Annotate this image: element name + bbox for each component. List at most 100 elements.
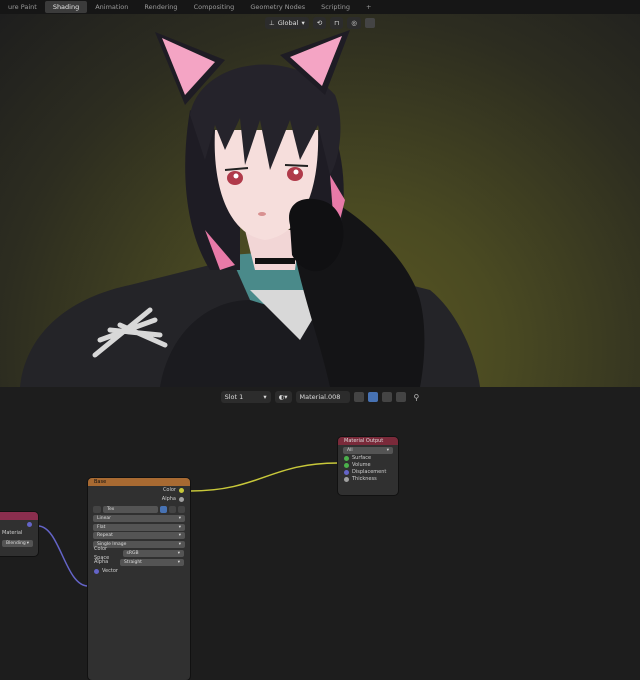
image-name: Tex xyxy=(107,507,115,512)
output-alpha-row: Alpha xyxy=(88,495,190,504)
orientation-icon: ⊥ xyxy=(269,19,275,27)
thickness-label: Thickness xyxy=(352,476,377,482)
material-output-title: Material Output xyxy=(344,438,384,444)
left-node-dropdown-label: Blending xyxy=(6,540,26,546)
projection-dropdown[interactable]: Flat ▾ xyxy=(93,523,185,531)
image-browse-icon[interactable] xyxy=(93,506,101,513)
add-workspace-button[interactable]: + xyxy=(358,1,379,13)
fake-user-icon[interactable] xyxy=(367,392,378,402)
left-node-blending-dropdown[interactable]: Blending ▾ xyxy=(2,539,33,547)
tab-rendering[interactable]: Rendering xyxy=(136,1,185,13)
surface-label: Surface xyxy=(352,455,372,461)
new-image-icon[interactable] xyxy=(169,506,176,513)
tab-shading[interactable]: Shading xyxy=(44,1,88,13)
left-node-label: Material xyxy=(2,530,23,536)
vector-input-row: Vector xyxy=(88,567,190,576)
pivot-dropdown[interactable]: ⟲ xyxy=(312,17,327,29)
user-count-icon[interactable] xyxy=(353,392,364,402)
thickness-input-row: Thickness xyxy=(338,476,398,483)
node-editor-header: Slot 1 ▾ ◐ ▾ Material.008 ⚲ xyxy=(0,388,640,406)
alpha-mode-label: Alpha xyxy=(94,559,109,565)
material-name-field[interactable]: Material.008 xyxy=(295,391,350,403)
alpha-mode-dropdown[interactable]: Straight ▾ xyxy=(120,559,184,566)
duplicate-material-icon[interactable] xyxy=(381,392,392,402)
vector-output-socket[interactable] xyxy=(27,522,32,527)
close-icon[interactable] xyxy=(178,506,185,513)
output-color-row: Color xyxy=(88,486,190,495)
unlink-material-icon[interactable] xyxy=(395,392,406,402)
volume-input-row: Volume xyxy=(338,462,398,469)
left-node-output-row xyxy=(0,520,38,529)
image-texture-node[interactable]: Base Color Alpha Tex Linear ▾ Flat ▾ Repea… xyxy=(88,478,190,680)
displacement-input-socket[interactable] xyxy=(344,470,349,475)
proportional-icon: ◎ xyxy=(351,19,357,27)
color-space-row: Color Space sRGB ▾ xyxy=(88,546,190,561)
chevron-down-icon: ▾ xyxy=(177,560,180,565)
chevron-down-icon: ▾ xyxy=(301,19,305,27)
left-node-header xyxy=(0,512,38,520)
material-output-header: Material Output xyxy=(338,437,398,445)
tab-compositing[interactable]: Compositing xyxy=(186,1,243,13)
overlay-icon[interactable] xyxy=(364,18,375,28)
chevron-down-icon: ▾ xyxy=(263,393,267,401)
image-node-header: Base xyxy=(88,478,190,486)
material-name: Material.008 xyxy=(299,393,341,401)
dropdown-label: Linear xyxy=(97,516,111,521)
vector-input-label: Vector xyxy=(102,568,118,574)
slot-label: Slot 1 xyxy=(224,393,244,401)
vector-input-socket[interactable] xyxy=(94,569,99,574)
chevron-down-icon: ▾ xyxy=(284,393,288,401)
magnet-icon: ⊓ xyxy=(334,19,340,27)
left-node-row-material: Material xyxy=(0,529,38,538)
output-target-dropdown[interactable]: All ▾ xyxy=(343,446,393,454)
volume-input-socket[interactable] xyxy=(344,463,349,468)
surface-input-socket[interactable] xyxy=(344,456,349,461)
tab-animation[interactable]: Animation xyxy=(87,1,136,13)
transform-orientation-dropdown[interactable]: ⊥ Global ▾ xyxy=(265,17,309,29)
chevron-down-icon: ▾ xyxy=(386,447,389,453)
proportional-edit-toggle[interactable]: ◎ xyxy=(347,17,361,29)
shader-node-editor[interactable]: Material Blending ▾ Base Color Alpha Tex … xyxy=(0,388,640,680)
alpha-mode-value: Straight xyxy=(124,560,142,565)
orientation-label: Global xyxy=(277,19,299,27)
thickness-input-socket[interactable] xyxy=(344,477,349,482)
material-slot-dropdown[interactable]: Slot 1 ▾ xyxy=(220,391,271,403)
color-space-value: sRGB xyxy=(126,551,139,556)
image-name-field[interactable]: Tex xyxy=(103,506,158,513)
material-output-node[interactable]: Material Output All ▾ Surface Volume Disp… xyxy=(338,437,398,495)
extension-dropdown[interactable]: Repeat ▾ xyxy=(93,532,185,539)
viewport-header: ⊥ Global ▾ ⟲ ⊓ ◎ xyxy=(0,14,640,32)
output-target-value: All xyxy=(347,447,353,453)
pivot-icon: ⟲ xyxy=(316,19,323,27)
color-output-socket[interactable] xyxy=(179,488,184,493)
chevron-down-icon: ▾ xyxy=(178,524,181,530)
displacement-input-row: Displacement xyxy=(338,469,398,476)
alpha-output-socket[interactable] xyxy=(179,497,184,502)
workspace-tab-bar: ure Paint Shading Animation Rendering Co… xyxy=(0,0,640,14)
tab-texture-paint[interactable]: ure Paint xyxy=(0,1,45,13)
color-space-dropdown[interactable]: sRGB ▾ xyxy=(122,550,184,557)
fake-user-icon[interactable] xyxy=(160,506,167,513)
interpolation-dropdown[interactable]: Linear ▾ xyxy=(93,515,185,522)
displacement-label: Displacement xyxy=(352,469,387,475)
dropdown-label: Repeat xyxy=(97,533,113,538)
left-node[interactable]: Material Blending ▾ xyxy=(0,512,38,556)
output-color-label: Color xyxy=(162,487,176,493)
output-alpha-label: Alpha xyxy=(161,496,176,502)
pin-icon[interactable]: ⚲ xyxy=(414,393,420,402)
volume-label: Volume xyxy=(352,462,371,468)
tab-scripting[interactable]: Scripting xyxy=(313,1,358,13)
image-node-title: Base xyxy=(94,479,107,485)
chevron-down-icon: ▾ xyxy=(178,516,181,521)
alpha-mode-row: Alpha Straight ▾ xyxy=(88,558,190,567)
tab-geometry-nodes[interactable]: Geometry Nodes xyxy=(242,1,313,13)
character-render xyxy=(20,30,480,387)
color-link xyxy=(189,462,339,492)
material-browse-button[interactable]: ◐ ▾ xyxy=(274,391,292,403)
chevron-down-icon: ▾ xyxy=(178,541,181,547)
surface-input-row: Surface xyxy=(338,455,398,462)
dropdown-label: Flat xyxy=(97,524,106,530)
snap-toggle[interactable]: ⊓ xyxy=(330,17,344,29)
3d-viewport[interactable] xyxy=(0,14,640,387)
chevron-down-icon: ▾ xyxy=(26,540,29,546)
